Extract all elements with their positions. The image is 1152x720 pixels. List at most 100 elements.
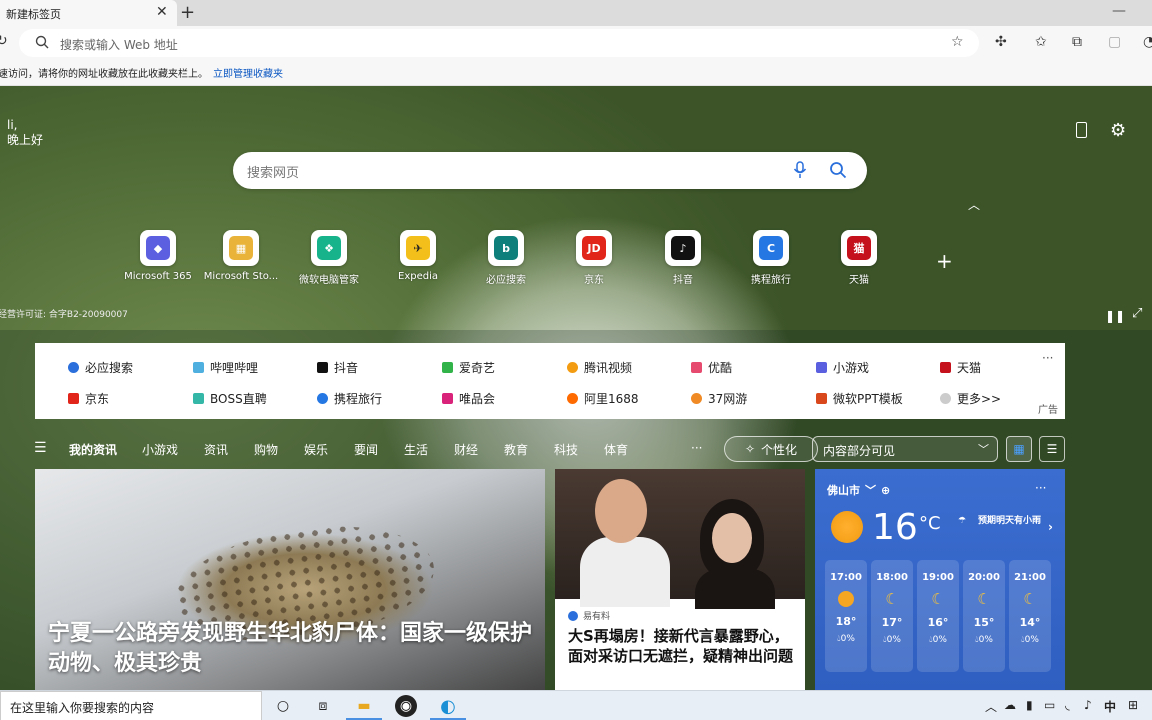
site-link[interactable]: 阿里1688 [567, 390, 639, 407]
minimize-button[interactable]: — [1112, 3, 1126, 19]
hour-temp: 17° [881, 616, 903, 629]
network-icon[interactable]: ◟ [1065, 698, 1070, 712]
cortana-icon[interactable]: ○ [272, 695, 294, 717]
personalize-button[interactable]: ✧ 个性化 [724, 436, 818, 462]
site-link[interactable]: 京东 [68, 390, 109, 407]
weather-forecast[interactable]: ☂ 预期明天有小雨 › [958, 515, 1053, 534]
news-card[interactable]: 易有料 大S再塌房！接新代言暴露野心，面对采访口无遮拦，疑精神出问题 [555, 469, 805, 690]
site-link[interactable]: 天猫 [940, 359, 981, 376]
sun-icon [831, 511, 863, 543]
more-options-icon[interactable]: ··· [1035, 481, 1046, 495]
address-input[interactable]: 搜索或输入 Web 地址 [60, 36, 178, 53]
temperature-unit[interactable]: °C [919, 513, 941, 534]
add-shortcut-button[interactable]: + [936, 249, 953, 273]
weather-card[interactable]: 佛山市 ﹀ ⊕ ··· 16 °C ☂ 预期明天有小雨 › 17:00 18° … [815, 469, 1065, 690]
file-explorer-icon[interactable]: ▬ [353, 695, 375, 717]
news-card-featured[interactable]: 宁夏一公路旁发现野生华北豹尸体：国家一级保护动物、极其珍贵 [35, 469, 545, 690]
web-search-box[interactable]: 搜索网页 [233, 152, 867, 189]
volume-icon[interactable]: ♪ [1084, 698, 1092, 712]
expand-icon[interactable]: ⤢ [1132, 306, 1142, 321]
screenshot-icon[interactable]: ▢ [1108, 34, 1121, 50]
site-link[interactable]: 37网游 [691, 390, 747, 407]
new-tab-button[interactable]: + [180, 2, 195, 23]
news-headline[interactable]: 大S再塌房！接新代言暴露野心，面对采访口无遮拦，疑精神出问题 [568, 626, 798, 666]
content-visibility-select[interactable]: 内容部分可见 ﹀ [812, 436, 998, 462]
tab-news[interactable]: 资讯 [204, 441, 228, 458]
site-link[interactable]: 唯品会 [442, 390, 495, 407]
pause-icon[interactable]: ❚❚ [1105, 309, 1125, 323]
more-options-icon[interactable]: ··· [1042, 351, 1053, 365]
add-favorite-icon[interactable]: ☆ [951, 34, 964, 50]
profile-icon[interactable]: ◔ [1143, 34, 1152, 50]
phone-icon[interactable] [1076, 122, 1087, 138]
gear-icon[interactable]: ⚙ [1110, 120, 1126, 141]
quick-link[interactable]: b 必应搜索 [466, 230, 546, 286]
tab-entertainment[interactable]: 娱乐 [304, 441, 328, 458]
refresh-icon[interactable]: ↻ [0, 33, 8, 49]
microphone-icon[interactable] [793, 161, 807, 179]
quick-link[interactable]: ♪ 抖音 [643, 230, 723, 286]
site-link[interactable]: 抖音 [317, 359, 358, 376]
obs-icon[interactable]: ◉ [395, 695, 417, 717]
license-text[interactable]: 经营许可证: 合字B2-20090007 [0, 307, 128, 320]
taskbar-search[interactable]: 在这里输入你要搜索的内容 [0, 691, 262, 720]
tab-my-feed[interactable]: 我的资讯 [69, 441, 117, 458]
site-link[interactable]: 优酷 [691, 359, 732, 376]
quick-link[interactable]: ❖ 微软电脑管家 [289, 230, 369, 286]
microphone-icon[interactable]: ▮ [1026, 698, 1033, 712]
list-view-button[interactable]: ☰ [1039, 436, 1065, 462]
edge-icon[interactable]: ◐ [437, 695, 459, 717]
tab-new-tab[interactable]: 新建标签页 ✕ [0, 0, 177, 26]
site-link[interactable]: 微软PPT模板 [816, 390, 903, 407]
quick-link[interactable]: JD 京东 [554, 230, 634, 286]
chevron-up-icon[interactable]: ︿ [968, 196, 980, 213]
quick-link[interactable]: ✈ Expedia [378, 230, 458, 282]
site-link[interactable]: 腾讯视频 [567, 359, 632, 376]
tab-life[interactable]: 生活 [404, 441, 428, 458]
quick-link[interactable]: 猫 天猫 [819, 230, 899, 286]
site-link[interactable]: 更多>> [940, 390, 1001, 407]
chevron-up-icon[interactable]: ︿ [985, 698, 997, 715]
news-headline[interactable]: 宁夏一公路旁发现野生华北豹尸体：国家一级保护动物、极其珍贵 [48, 619, 538, 679]
hamburger-menu-icon[interactable]: ☰ [34, 440, 47, 456]
site-link[interactable]: 携程旅行 [317, 390, 382, 407]
iqiyi-icon [442, 362, 453, 373]
quick-link[interactable]: C 携程旅行 [731, 230, 811, 286]
site-link[interactable]: 爱奇艺 [442, 359, 495, 376]
grid-view-button[interactable]: ▦ [1006, 436, 1032, 462]
favorites-icon[interactable]: ✩ [1035, 34, 1047, 50]
site-link[interactable]: 小游戏 [816, 359, 869, 376]
ime-indicator[interactable]: 中 [1104, 698, 1116, 715]
search-icon[interactable] [829, 161, 847, 179]
douyin-icon: ♪ [671, 236, 695, 260]
web-search-input[interactable]: 搜索网页 [247, 162, 299, 181]
tab-education[interactable]: 教育 [504, 441, 528, 458]
cloud-icon[interactable]: ☁ [1004, 698, 1016, 712]
quick-link-tile: ✈ [400, 230, 436, 266]
hour-item: 21:00 ☾ 14° 💧︎0% [1009, 560, 1051, 672]
site-link[interactable]: BOSS直聘 [193, 390, 267, 407]
close-icon[interactable]: ✕ [156, 4, 168, 20]
site-link[interactable]: 哔哩哔哩 [193, 359, 258, 376]
taskbar-search-input[interactable]: 在这里输入你要搜索的内容 [10, 699, 154, 716]
ime-mode-icon[interactable]: ⊞ [1128, 698, 1138, 712]
greeting: li, 晚上好 [7, 118, 43, 148]
tab-headlines[interactable]: 要闻 [354, 441, 378, 458]
manage-favorites-link[interactable]: 立即管理收藏夹 [213, 65, 283, 80]
tab-shopping[interactable]: 购物 [254, 441, 278, 458]
site-link[interactable]: 必应搜索 [68, 359, 133, 376]
quick-link[interactable]: ▦ Microsoft Sto... [201, 230, 281, 282]
collections-icon[interactable]: ⧉ [1072, 34, 1082, 50]
tab-tech[interactable]: 科技 [554, 441, 578, 458]
chevron-down-icon: ﹀ [865, 484, 876, 497]
quick-link[interactable]: ◆ Microsoft 365 [118, 230, 198, 282]
task-view-icon[interactable]: ⧈ [312, 695, 334, 717]
address-bar[interactable]: 搜索或输入 Web 地址 ☆ [19, 29, 979, 57]
battery-icon[interactable]: ▭ [1044, 698, 1055, 712]
tab-more[interactable]: ··· [691, 441, 702, 455]
weather-location[interactable]: 佛山市 ﹀ ⊕ [827, 482, 890, 498]
tab-mini-games[interactable]: 小游戏 [142, 441, 178, 458]
tab-finance[interactable]: 财经 [454, 441, 478, 458]
extensions-icon[interactable]: ✣ [995, 34, 1007, 50]
tab-sports[interactable]: 体育 [604, 441, 628, 458]
